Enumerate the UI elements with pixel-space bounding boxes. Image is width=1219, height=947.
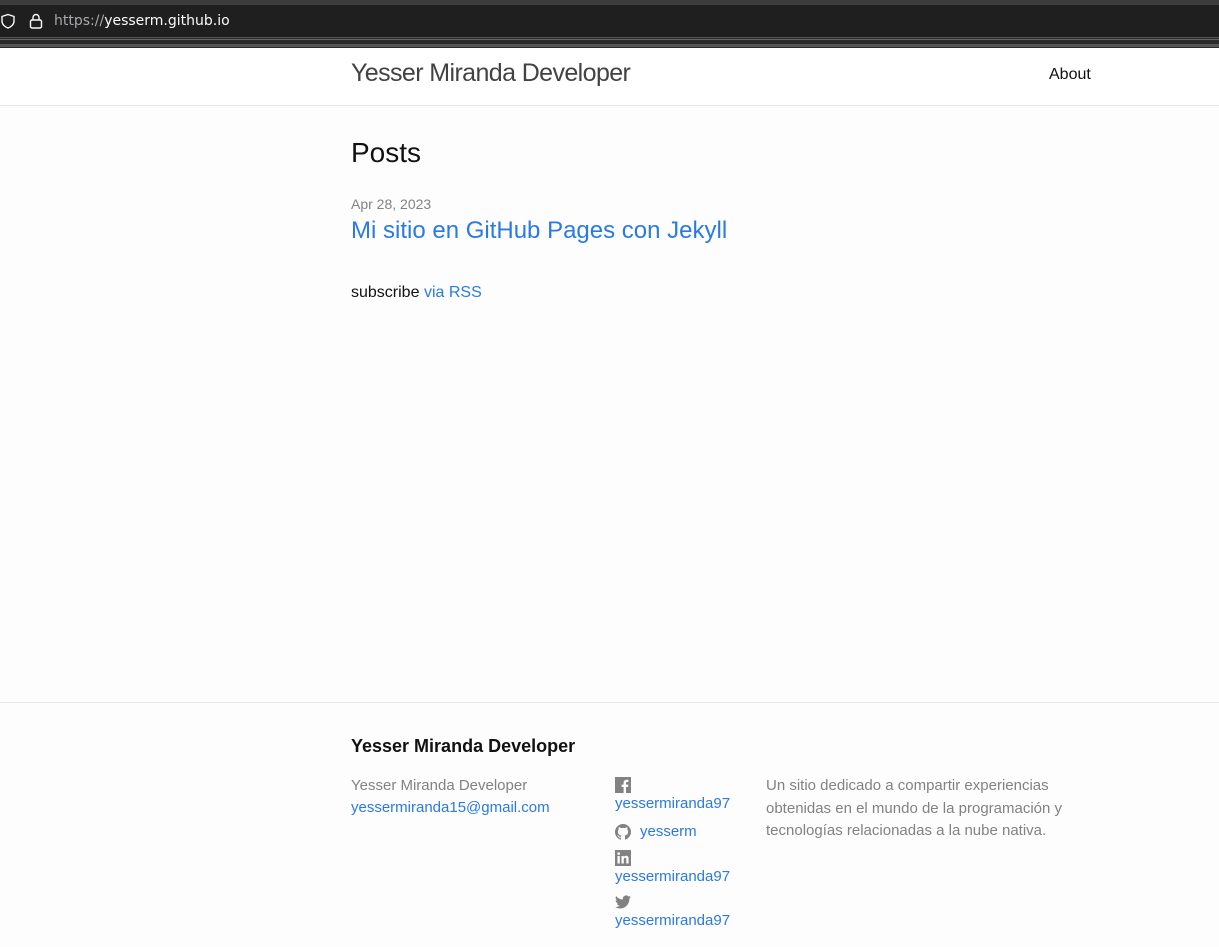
footer-description: Un sitio dedicado a compartir experienci…: [766, 777, 1063, 839]
facebook-handle-link[interactable]: yessermiranda97: [615, 793, 755, 815]
site-title-link[interactable]: Yesser Miranda Developer: [351, 59, 631, 88]
subscribe-line: subscribe via RSS: [351, 284, 482, 302]
github-handle-link[interactable]: yesserm: [640, 821, 697, 843]
social-facebook[interactable]: yessermiranda97: [615, 777, 755, 815]
footer-contact: Yesser Miranda Developer yessermiranda15…: [351, 775, 550, 819]
social-linkedin[interactable]: yessermiranda97: [615, 850, 755, 888]
subscribe-label: subscribe: [351, 284, 420, 301]
footer-name: Yesser Miranda Developer: [351, 777, 528, 794]
toolbar-divider: [0, 39, 1219, 48]
social-twitter[interactable]: yessermiranda97: [615, 894, 755, 932]
shield-icon[interactable]: [0, 13, 16, 29]
footer-social: yessermiranda97 yesserm yessermiranda97 …: [615, 777, 755, 932]
address-bar[interactable]: https://yesserm.github.io: [0, 5, 1219, 38]
social-github[interactable]: yesserm: [615, 821, 755, 843]
twitter-handle-link[interactable]: yessermiranda97: [615, 910, 755, 932]
twitter-icon: [615, 895, 631, 909]
post-title-link[interactable]: Mi sitio en GitHub Pages con Jekyll: [351, 217, 727, 245]
browser-toolbar: https://yesserm.github.io: [0, 0, 1219, 48]
footer-heading: Yesser Miranda Developer: [351, 736, 576, 756]
url-host: yesserm.github.io: [104, 13, 230, 29]
footer-email-link[interactable]: yessermiranda15@gmail.com: [351, 797, 550, 819]
lock-icon[interactable]: [29, 13, 43, 29]
facebook-icon: [615, 777, 631, 793]
linkedin-handle-link[interactable]: yessermiranda97: [615, 866, 755, 888]
url-field[interactable]: https://yesserm.github.io: [54, 13, 230, 29]
rss-link[interactable]: via RSS: [424, 284, 482, 301]
posts-heading: Posts: [351, 137, 422, 168]
url-scheme: https://: [54, 13, 105, 29]
github-icon: [615, 824, 631, 840]
nav-about-link[interactable]: About: [1049, 66, 1091, 84]
site-footer: Yesser Miranda Developer Yesser Miranda …: [0, 702, 1219, 947]
post-date: Apr 28, 2023: [351, 196, 432, 212]
site-header: Yesser Miranda Developer About: [0, 48, 1219, 106]
linkedin-icon: [615, 850, 631, 866]
